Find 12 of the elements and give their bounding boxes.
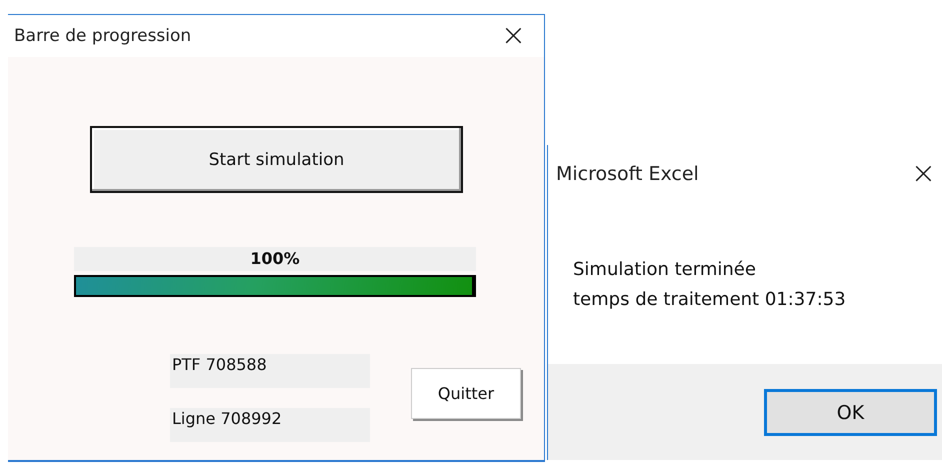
info-label: Ligne 708992	[170, 408, 370, 442]
message-text: temps de traitement 01:37:53	[573, 288, 847, 312]
start-simulation-button[interactable]: Start simulation	[90, 126, 463, 193]
progress-label: 100%	[74, 247, 476, 271]
close-button[interactable]: ×	[500, 21, 544, 51]
ok-button[interactable]: OK	[764, 389, 937, 436]
info-label: PTF 708588	[170, 354, 370, 388]
dialog-title: Microsoft Excel	[556, 163, 699, 185]
window-title: Barre de progression	[14, 26, 192, 46]
message-text: Simulation terminée	[573, 258, 757, 282]
quit-button[interactable]: Quitter	[411, 368, 521, 419]
close-button[interactable]: ×	[910, 159, 942, 189]
